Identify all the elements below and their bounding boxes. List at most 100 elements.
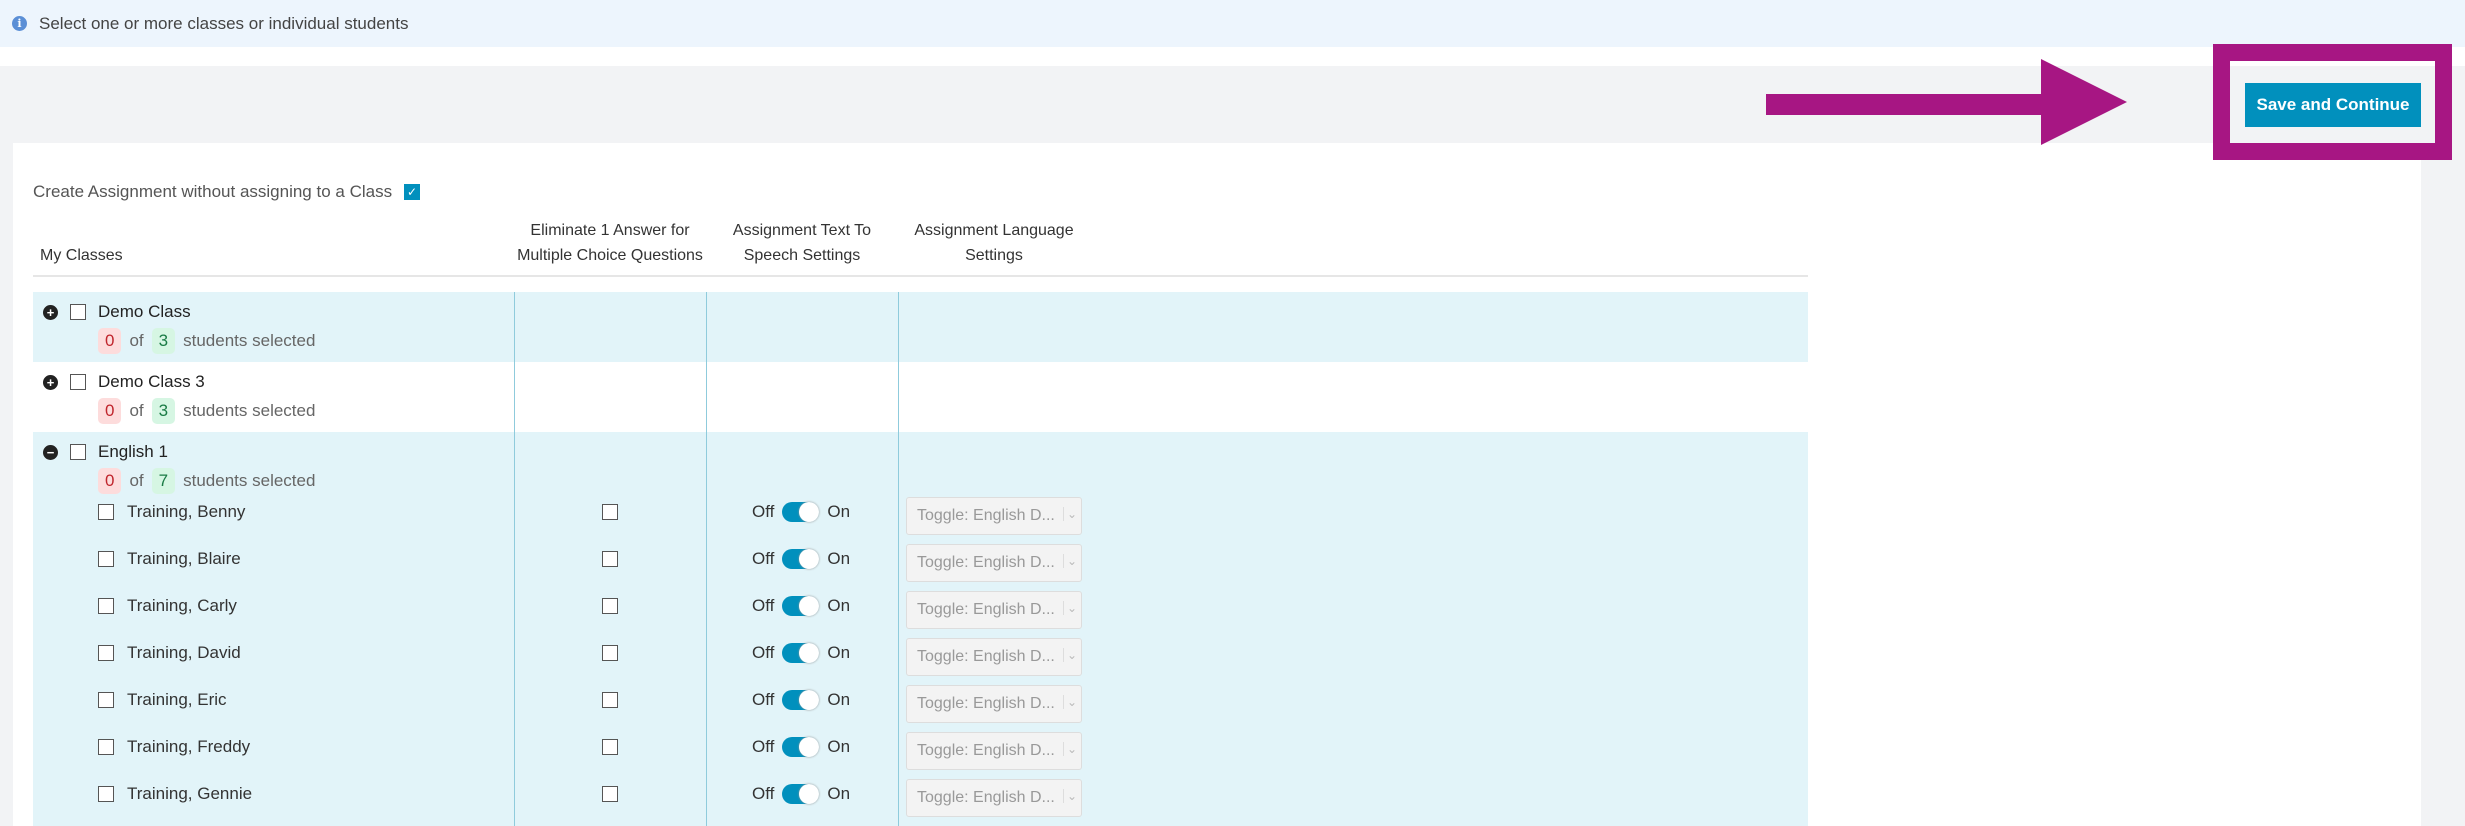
tts-toggle-group: Off On — [752, 737, 850, 757]
create-without-class-checkbox[interactable]: ✓ — [404, 184, 421, 200]
language-select[interactable]: Toggle: English D... ⌄ — [906, 685, 1082, 723]
language-select[interactable]: Toggle: English D... ⌄ — [906, 732, 1082, 770]
student-checkbox[interactable] — [98, 645, 114, 661]
selected-count-badge: 0 — [98, 398, 122, 424]
arrow-annotation-shaft — [1766, 94, 2046, 115]
eliminate-answer-checkbox[interactable] — [602, 739, 618, 755]
class-header: + Demo Class 3 — [43, 372, 205, 392]
toggle-on-label: On — [827, 549, 851, 568]
of-text: of — [129, 401, 144, 420]
toggle-on-label: On — [827, 502, 851, 521]
chevron-down-icon: ⌄ — [1062, 789, 1077, 803]
toggle-on-label: On — [827, 596, 851, 615]
toggle-off-label: Off — [752, 784, 775, 803]
tts-toggle-group: Off On — [752, 502, 850, 522]
class-name: English 1 — [98, 442, 168, 461]
student-name: Training, David — [127, 643, 241, 662]
language-select[interactable]: Toggle: English D... ⌄ — [906, 544, 1082, 582]
info-banner: i Select one or more classes or individua… — [0, 0, 2465, 47]
language-select-value: Toggle: English D... — [917, 601, 1055, 618]
student-checkbox[interactable] — [98, 739, 114, 755]
selection-count: 0 of 3 students selected — [98, 398, 315, 424]
tts-toggle[interactable] — [782, 690, 820, 710]
student-checkbox[interactable] — [98, 551, 114, 567]
class-checkbox[interactable] — [70, 374, 86, 390]
selection-suffix: students selected — [183, 331, 316, 350]
toggle-on-label: On — [827, 737, 851, 756]
collapse-icon[interactable]: − — [43, 444, 58, 460]
of-text: of — [129, 471, 144, 490]
language-select[interactable]: Toggle: English D... ⌄ — [906, 591, 1082, 629]
tts-toggle-group: Off On — [752, 596, 850, 616]
tts-toggle[interactable] — [782, 549, 820, 569]
language-select-value: Toggle: English D... — [917, 742, 1055, 759]
total-count-badge: 3 — [151, 328, 176, 354]
class-checkbox[interactable] — [70, 304, 86, 320]
eliminate-answer-checkbox[interactable] — [602, 551, 618, 567]
language-select[interactable]: Toggle: English D... ⌄ — [906, 779, 1082, 817]
expand-icon[interactable]: + — [43, 374, 58, 390]
class-checkbox[interactable] — [70, 444, 86, 460]
expand-icon[interactable]: + — [43, 304, 58, 320]
student-name: Training, Carly — [127, 596, 237, 615]
student-name: Training, Eric — [127, 690, 227, 709]
selection-suffix: students selected — [183, 401, 316, 420]
tts-toggle-group: Off On — [752, 549, 850, 569]
eliminate-answer-checkbox[interactable] — [602, 598, 618, 614]
save-and-continue-button[interactable]: Save and Continue — [2245, 83, 2421, 127]
tts-toggle[interactable] — [782, 737, 820, 757]
toggle-off-label: Off — [752, 690, 775, 709]
eliminate-answer-checkbox[interactable] — [602, 504, 618, 520]
toggle-off-label: Off — [752, 549, 775, 568]
create-without-class-label: Create Assignment without assigning to a… — [33, 182, 393, 201]
toggle-off-label: Off — [752, 596, 775, 615]
student-checkbox[interactable] — [98, 598, 114, 614]
toggle-off-label: Off — [752, 643, 775, 662]
toggle-on-label: On — [827, 690, 851, 709]
language-select-value: Toggle: English D... — [917, 507, 1055, 524]
student-name: Training, Benny — [127, 502, 246, 521]
selection-count: 0 of 7 students selected — [98, 468, 315, 494]
tts-toggle[interactable] — [782, 643, 820, 663]
selected-count-badge: 0 — [98, 468, 122, 494]
info-icon: i — [12, 16, 27, 31]
class-header: + Demo Class — [43, 302, 191, 322]
column-divider — [514, 292, 515, 826]
toggle-on-label: On — [827, 784, 851, 803]
tts-toggle-group: Off On — [752, 643, 850, 663]
student-checkbox[interactable] — [98, 786, 114, 802]
eliminate-answer-checkbox[interactable] — [602, 645, 618, 661]
tts-toggle[interactable] — [782, 502, 820, 522]
class-name: Demo Class — [98, 302, 191, 321]
language-select[interactable]: Toggle: English D... ⌄ — [906, 497, 1082, 535]
toggle-off-label: Off — [752, 502, 775, 521]
student-row: Training, Freddy — [98, 737, 250, 757]
selected-count-badge: 0 — [98, 328, 122, 354]
student-row: Training, David — [98, 643, 241, 663]
student-row: Training, Carly — [98, 596, 237, 616]
tts-toggle[interactable] — [782, 784, 820, 804]
of-text: of — [129, 331, 144, 350]
student-checkbox[interactable] — [98, 692, 114, 708]
header-language: Assignment Language Settings — [914, 222, 1074, 264]
header-my-classes: My Classes — [40, 247, 123, 264]
language-select[interactable]: Toggle: English D... ⌄ — [906, 638, 1082, 676]
chevron-down-icon: ⌄ — [1062, 695, 1077, 709]
tts-toggle[interactable] — [782, 596, 820, 616]
class-name: Demo Class 3 — [98, 372, 205, 391]
tts-toggle-group: Off On — [752, 784, 850, 804]
chevron-down-icon: ⌄ — [1062, 554, 1077, 568]
header-tts: Assignment Text To Speech Settings — [732, 222, 872, 264]
eliminate-answer-checkbox[interactable] — [602, 786, 618, 802]
student-row: Training, Blaire — [98, 549, 241, 569]
selection-count: 0 of 3 students selected — [98, 328, 315, 354]
chevron-down-icon: ⌄ — [1062, 601, 1077, 615]
tts-toggle-group: Off On — [752, 690, 850, 710]
selection-suffix: students selected — [183, 471, 316, 490]
student-name: Training, Gennie — [127, 784, 253, 803]
create-without-class: Create Assignment without assigning to a… — [33, 182, 421, 202]
language-select-value: Toggle: English D... — [917, 789, 1055, 806]
student-checkbox[interactable] — [98, 504, 114, 520]
column-divider — [898, 292, 899, 826]
eliminate-answer-checkbox[interactable] — [602, 692, 618, 708]
